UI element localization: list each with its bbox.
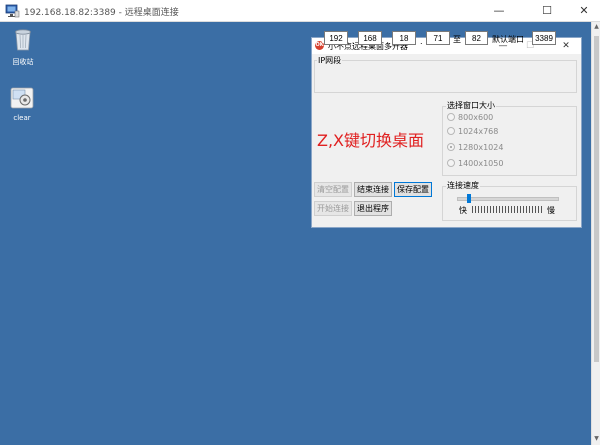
rdp-window-title: 192.168.18.82:3389 - 远程桌面连接 (24, 8, 179, 18)
slider-tick (490, 206, 491, 213)
slider-tick (520, 206, 521, 213)
speed-fast-label: 快 (459, 206, 467, 215)
radio-label: 800x600 (458, 113, 494, 122)
ip-octet1-field[interactable] (324, 31, 348, 45)
slider-tick (478, 206, 479, 213)
switch-desktop-hint: Z,X键切换桌面 (317, 131, 425, 150)
radio-800x600[interactable]: 800x600 (447, 113, 493, 125)
slider-tick (523, 206, 524, 213)
scrollbar-thumb[interactable] (594, 36, 599, 362)
slider-tick (532, 206, 533, 213)
clear-config-button[interactable]: 清空配置 (314, 182, 352, 197)
slider-tick (538, 206, 539, 213)
rdp-maximize-button[interactable]: ☐ (531, 0, 563, 22)
remote-desktop-icon (5, 4, 20, 18)
slider-tick (511, 206, 512, 213)
slider-tick (475, 206, 476, 213)
speed-slider-thumb[interactable] (466, 194, 471, 203)
radio-label: 1400x1050 (458, 159, 504, 168)
desktop-icon-label: 回收站 (12, 58, 34, 66)
ip-start-octet-field[interactable] (426, 31, 450, 45)
slider-tick (541, 206, 542, 213)
slider-tick (508, 206, 509, 213)
slider-tick (496, 206, 497, 213)
slider-tick (526, 206, 527, 213)
slider-tick (535, 206, 536, 213)
radio-label: 1024x768 (458, 127, 499, 136)
end-connection-button[interactable]: 结束连接 (354, 182, 392, 197)
slider-tick (481, 206, 482, 213)
radio-1280x1024[interactable]: 1280x1024 (447, 143, 503, 155)
slider-tick (493, 206, 494, 213)
exit-program-button[interactable]: 退出程序 (354, 201, 392, 216)
port-field[interactable] (532, 31, 556, 45)
slider-tick (499, 206, 500, 213)
ip-octet2-field[interactable] (358, 31, 382, 45)
vertical-scrollbar[interactable]: ▲ ▼ (591, 22, 600, 445)
speed-slider-ticks (472, 206, 544, 213)
ip-separator-dot: . (420, 37, 423, 46)
connection-speed-group-label: 连接速度 (446, 180, 480, 191)
slider-tick (487, 206, 488, 213)
slider-tick (502, 206, 503, 213)
app-close-button[interactable]: ✕ (555, 38, 577, 54)
slider-tick (517, 206, 518, 213)
rdp-minimize-button[interactable]: — (483, 0, 515, 22)
ip-end-octet-field[interactable] (465, 31, 488, 45)
radio-button-icon (447, 127, 455, 135)
radio-1024x768[interactable]: 1024x768 (447, 127, 498, 139)
ip-range-to-label: 至 (453, 35, 461, 44)
clear-app-icon (10, 87, 34, 109)
radio-label: 1280x1024 (458, 143, 504, 152)
slider-tick (529, 206, 530, 213)
slider-tick (472, 206, 473, 213)
radio-button-selected-icon (447, 143, 455, 151)
app-logo-icon: OK (315, 41, 324, 50)
slider-tick (484, 206, 485, 213)
desktop-icon-recycle-bin[interactable]: 回收站 (3, 26, 43, 67)
window-size-group-label: 选择窗口大小 (446, 100, 496, 111)
default-port-label: 默认端口 (492, 35, 524, 44)
speed-slider-track[interactable] (457, 197, 559, 201)
ip-range-group (314, 60, 577, 93)
ip-separator-dot: . (386, 37, 389, 46)
recycle-bin-icon (15, 29, 31, 51)
slider-tick (505, 206, 506, 213)
slider-tick (514, 206, 515, 213)
ip-separator-dot: . (352, 37, 355, 46)
rdp-close-button[interactable]: ✕ (568, 0, 600, 22)
ip-octet3-field[interactable] (392, 31, 416, 45)
scroll-up-icon[interactable]: ▲ (592, 22, 600, 32)
speed-slow-label: 慢 (547, 206, 555, 215)
ip-range-group-label: IP网段 (317, 55, 343, 66)
start-connection-button[interactable]: 开始连接 (314, 201, 352, 216)
rdp-titlebar: 192.168.18.82:3389 - 远程桌面连接 — ☐ ✕ (0, 0, 600, 22)
desktop-icon-label: clear (13, 114, 31, 122)
radio-button-icon (447, 159, 455, 167)
desktop-icon-clear[interactable]: clear (2, 87, 42, 122)
save-config-button[interactable]: 保存配置 (394, 182, 432, 197)
scroll-down-icon[interactable]: ▼ (592, 434, 600, 444)
radio-1400x1050[interactable]: 1400x1050 (447, 159, 503, 171)
radio-button-icon (447, 113, 455, 121)
